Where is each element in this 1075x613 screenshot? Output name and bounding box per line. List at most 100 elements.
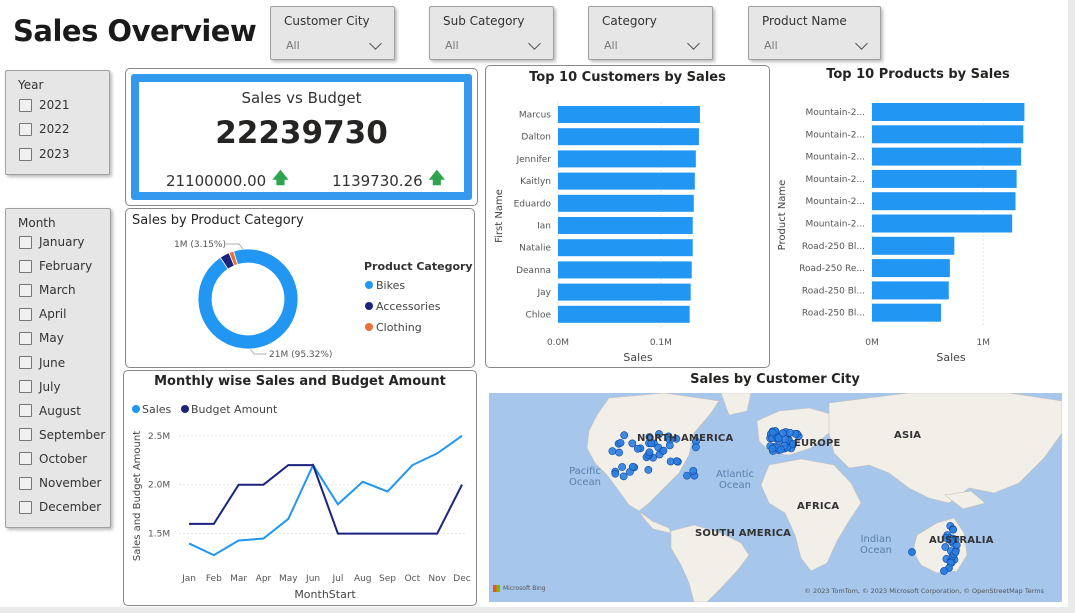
bar[interactable]	[872, 236, 955, 255]
month-option[interactable]: March	[19, 282, 76, 298]
bar[interactable]	[558, 128, 699, 146]
month-option[interactable]: September	[19, 427, 105, 443]
bar[interactable]	[872, 147, 1022, 166]
checkbox[interactable]	[19, 476, 32, 490]
year-option[interactable]: 2021	[19, 97, 70, 113]
month-option[interactable]: August	[19, 403, 81, 419]
bar[interactable]	[558, 172, 695, 190]
bar[interactable]	[558, 217, 693, 234]
city-bubble[interactable]	[618, 463, 627, 471]
checkbox[interactable]	[19, 356, 32, 369]
donut-chart[interactable]: 1M (3.15%) 21M (95.32%) Product Category…	[126, 209, 476, 369]
city-bubble[interactable]	[619, 472, 628, 481]
month-option[interactable]: November	[19, 475, 101, 491]
city-bubble[interactable]	[645, 448, 654, 457]
city-bubble[interactable]	[951, 547, 960, 556]
bar[interactable]	[872, 259, 950, 278]
series-line-budget[interactable]	[189, 464, 463, 535]
asia-landmass	[828, 393, 1062, 504]
bar[interactable]	[872, 192, 1016, 211]
sub-category-dropdown[interactable]: Sub Category All	[429, 6, 554, 60]
month-option[interactable]: October	[19, 451, 87, 467]
checkbox[interactable]	[19, 98, 32, 112]
city-bubble[interactable]	[659, 446, 668, 455]
checkbox[interactable]	[19, 331, 32, 345]
y-tick-label: 2.5M	[148, 432, 170, 442]
city-bubble[interactable]	[683, 471, 691, 480]
checkbox[interactable]	[19, 452, 32, 466]
bar[interactable]	[558, 261, 692, 279]
city-bubble[interactable]	[768, 444, 777, 453]
bar[interactable]	[558, 305, 690, 323]
y-tick-label: Chloe	[525, 310, 551, 320]
month-option[interactable]: June	[19, 355, 65, 371]
city-bubble[interactable]	[620, 431, 629, 440]
month-option[interactable]: December	[19, 499, 101, 515]
month-option[interactable]: May	[19, 330, 64, 346]
city-bubble[interactable]	[608, 447, 617, 456]
series-line-sales[interactable]	[188, 434, 463, 557]
city-bubble[interactable]	[615, 448, 624, 457]
city-bubble[interactable]	[628, 462, 637, 471]
month-option[interactable]: January	[19, 234, 85, 250]
customer-city-dropdown[interactable]: Customer City All	[270, 6, 395, 60]
product-name-dropdown[interactable]: Product Name All	[748, 6, 881, 60]
y-tick-label: Jay	[537, 288, 552, 298]
city-bubble[interactable]	[768, 428, 777, 437]
month-option[interactable]: April	[19, 306, 66, 322]
x-tick-label: 0.0M	[547, 338, 569, 348]
customers-bar-chart[interactable]: 0.0M 0.1M Marcus Dalton Jennifer Kaitlyn Eduar…	[486, 66, 771, 369]
chevron-down-icon	[855, 37, 868, 50]
category-dropdown[interactable]: Category All	[588, 6, 713, 60]
city-bubble[interactable]	[691, 443, 700, 452]
city-bubble[interactable]	[781, 435, 790, 444]
bar[interactable]	[872, 169, 1017, 188]
checkbox[interactable]	[19, 235, 32, 249]
customer-city-map[interactable]: NORTH AMERICA EUROPE ASIA AFRICA SOUTH A…	[489, 393, 1062, 602]
month-label: May	[39, 331, 64, 346]
kpi-right-sub: 1139730.26 🡅	[332, 167, 445, 194]
city-bubble[interactable]	[949, 525, 958, 534]
products-bar-chart[interactable]: 0M 1M Mountain-2... Mountain-2... Mountain-2…	[770, 65, 1066, 368]
checkbox[interactable]	[19, 283, 32, 297]
month-option[interactable]: February	[19, 258, 92, 274]
city-bubble[interactable]	[644, 465, 653, 474]
checkbox[interactable]	[19, 380, 32, 394]
checkbox[interactable]	[19, 404, 32, 418]
bar[interactable]	[558, 106, 700, 123]
bar[interactable]	[872, 125, 1024, 144]
city-bubble[interactable]	[672, 457, 681, 466]
bar[interactable]	[872, 303, 941, 322]
checkbox[interactable]	[19, 122, 32, 136]
line-chart[interactable]: Sales Budget Amount 1.5M 2.0M 2.5M Jan Feb Mar A…	[124, 371, 478, 607]
bar[interactable]	[558, 283, 691, 301]
city-bubble[interactable]	[628, 439, 637, 448]
month-option[interactable]: July	[19, 379, 61, 395]
year-option[interactable]: 2023	[19, 146, 70, 162]
bar[interactable]	[872, 281, 949, 300]
city-bubble[interactable]	[611, 469, 620, 478]
donut-slice-bikes[interactable]	[197, 248, 299, 350]
city-bubble[interactable]	[689, 466, 698, 475]
year-option[interactable]: 2022	[19, 121, 70, 137]
legend-marker	[365, 302, 373, 310]
bar[interactable]	[872, 214, 1013, 233]
bar[interactable]	[558, 150, 696, 168]
checkbox[interactable]	[19, 307, 32, 321]
bar[interactable]	[558, 239, 693, 257]
checkbox[interactable]	[19, 500, 32, 514]
label-africa: AFRICA	[797, 501, 840, 512]
city-bubble[interactable]	[633, 444, 642, 453]
y-tick-label: Road-250 Bl...	[802, 286, 865, 296]
city-bubble[interactable]	[776, 445, 785, 454]
bar[interactable]	[872, 103, 1025, 121]
checkbox[interactable]	[19, 259, 32, 273]
city-bubble[interactable]	[616, 438, 625, 447]
bar[interactable]	[558, 194, 694, 212]
city-bubble[interactable]	[940, 567, 948, 575]
city-bubble[interactable]	[786, 428, 794, 437]
checkbox[interactable]	[19, 147, 32, 161]
checkbox[interactable]	[19, 428, 32, 442]
city-bubble[interactable]	[908, 548, 916, 556]
city-bubble[interactable]	[774, 434, 783, 443]
